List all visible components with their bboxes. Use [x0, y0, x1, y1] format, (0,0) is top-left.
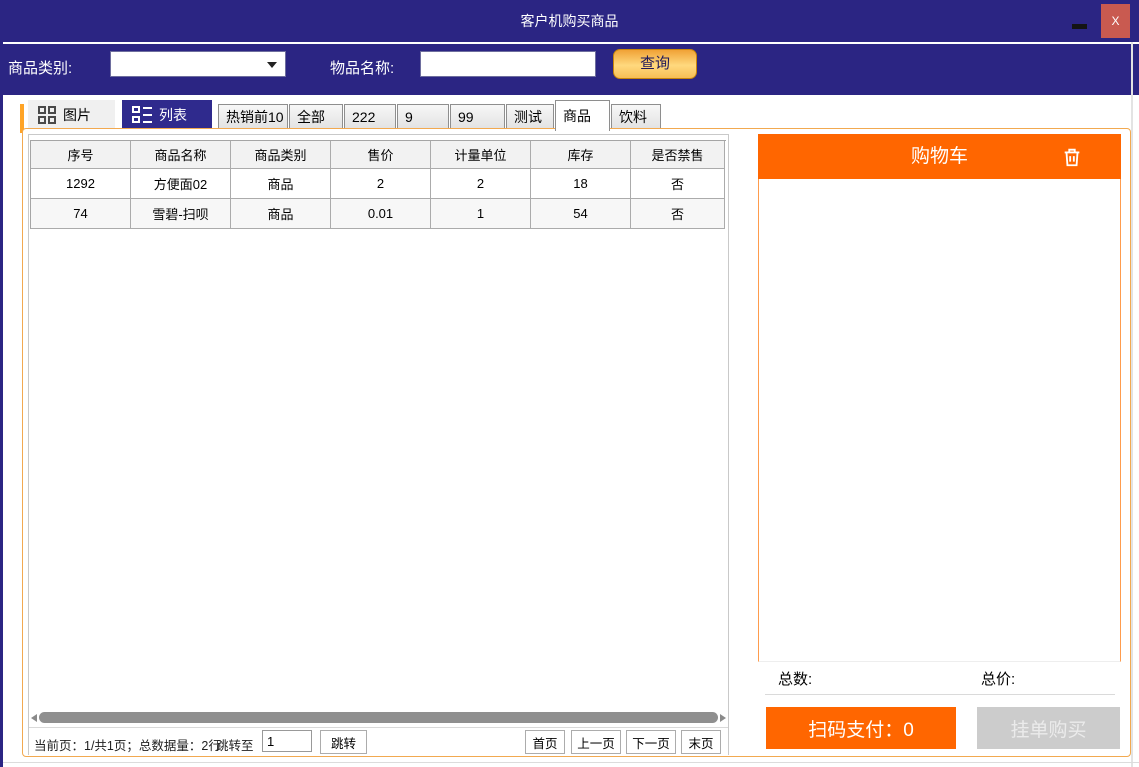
search-bar: 商品类别: 物品名称: 查询: [0, 44, 1139, 95]
jump-page-input[interactable]: [262, 730, 312, 752]
window: 客户机购买商品 X 商品类别: 物品名称: 查询 图片 列表 热销前10 全部 …: [0, 0, 1139, 767]
scroll-right-icon[interactable]: [720, 714, 726, 722]
col-header: 商品名称: [131, 141, 231, 169]
col-header: 售价: [331, 141, 431, 169]
title-bar: 客户机购买商品: [0, 0, 1139, 42]
tab-picture-view[interactable]: 图片: [28, 100, 115, 130]
table-cell[interactable]: 18: [531, 169, 631, 199]
horizontal-scrollbar[interactable]: [30, 712, 727, 724]
table-cell[interactable]: 1: [431, 199, 531, 229]
total-count-label: 总数:: [778, 668, 812, 689]
pagination-status: 当前页：1/共1页；总数据量：2行: [34, 735, 221, 754]
cart-footer-divider: [765, 694, 1115, 695]
table-cell[interactable]: 54: [531, 199, 631, 229]
page-title: 客户机购买商品: [0, 0, 1139, 42]
col-header: 商品类别: [231, 141, 331, 169]
grid-icon: [38, 106, 56, 124]
scroll-left-icon[interactable]: [31, 714, 37, 722]
table-cell[interactable]: 商品: [231, 169, 331, 199]
window-bottom-border: [0, 762, 1139, 763]
item-name-input[interactable]: [420, 51, 596, 77]
total-price-label: 总价:: [981, 668, 1015, 689]
table-cell[interactable]: 74: [31, 199, 131, 229]
window-left-border: [0, 0, 3, 767]
query-button[interactable]: 查询: [613, 49, 697, 79]
col-header: 计量单位: [431, 141, 531, 169]
category-tab-99[interactable]: 99: [450, 104, 505, 130]
table-cell[interactable]: 否: [631, 169, 725, 199]
category-label: 商品类别:: [8, 57, 72, 78]
table-cell[interactable]: 否: [631, 199, 725, 229]
category-tab-test[interactable]: 测试: [506, 104, 554, 130]
category-tab-hot10[interactable]: 热销前10: [218, 104, 288, 130]
pagination-bar: 当前页：1/共1页；总数据量：2行 跳转至 跳转 首页 上一页 下一页 末页: [29, 727, 728, 755]
table-cell[interactable]: 方便面02: [131, 169, 231, 199]
col-header: 是否禁售: [631, 141, 725, 169]
item-name-label: 物品名称:: [330, 57, 394, 78]
scan-pay-button[interactable]: 扫码支付：0: [766, 707, 956, 749]
list-icon: [132, 106, 152, 124]
table-cell[interactable]: 雪碧-扫呗: [131, 199, 231, 229]
table-cell[interactable]: 2: [431, 169, 531, 199]
tab-list-label: 列表: [159, 105, 187, 125]
close-button[interactable]: X: [1101, 4, 1130, 38]
cart-items-area: [758, 179, 1121, 662]
first-page-button[interactable]: 首页: [525, 730, 565, 754]
table-cell[interactable]: 0.01: [331, 199, 431, 229]
category-dropdown[interactable]: [110, 51, 286, 77]
last-page-button[interactable]: 末页: [681, 730, 721, 754]
jump-button[interactable]: 跳转: [320, 730, 367, 754]
category-tab-goods[interactable]: 商品: [555, 100, 610, 131]
product-list-panel: 序号 商品名称 商品类别 售价 计量单位 库存 是否禁售 1292 方便面02 …: [28, 134, 729, 755]
category-tab-222[interactable]: 222: [344, 104, 396, 130]
category-tab-all[interactable]: 全部: [289, 104, 343, 130]
tab-picture-label: 图片: [63, 105, 91, 125]
chevron-down-icon: [267, 62, 277, 68]
trash-icon[interactable]: [1061, 146, 1083, 168]
hold-order-button[interactable]: 挂单购买: [977, 707, 1120, 749]
category-tab-9[interactable]: 9: [397, 104, 449, 130]
cart-header: 购物车: [758, 134, 1121, 179]
jump-to-label: 跳转至: [216, 735, 254, 754]
scrollbar-thumb[interactable]: [39, 712, 718, 723]
next-page-button[interactable]: 下一页: [626, 730, 676, 754]
tab-list-view[interactable]: 列表: [122, 100, 212, 130]
prev-page-button[interactable]: 上一页: [571, 730, 621, 754]
category-tab-drinks[interactable]: 饮料: [611, 104, 661, 130]
col-header: 库存: [531, 141, 631, 169]
minimize-button[interactable]: [1072, 24, 1087, 29]
window-right-border: [1131, 42, 1133, 767]
col-header: 序号: [31, 141, 131, 169]
table-cell[interactable]: 2: [331, 169, 431, 199]
product-table: 序号 商品名称 商品类别 售价 计量单位 库存 是否禁售 1292 方便面02 …: [30, 140, 726, 229]
table-cell[interactable]: 商品: [231, 199, 331, 229]
table-cell[interactable]: 1292: [31, 169, 131, 199]
